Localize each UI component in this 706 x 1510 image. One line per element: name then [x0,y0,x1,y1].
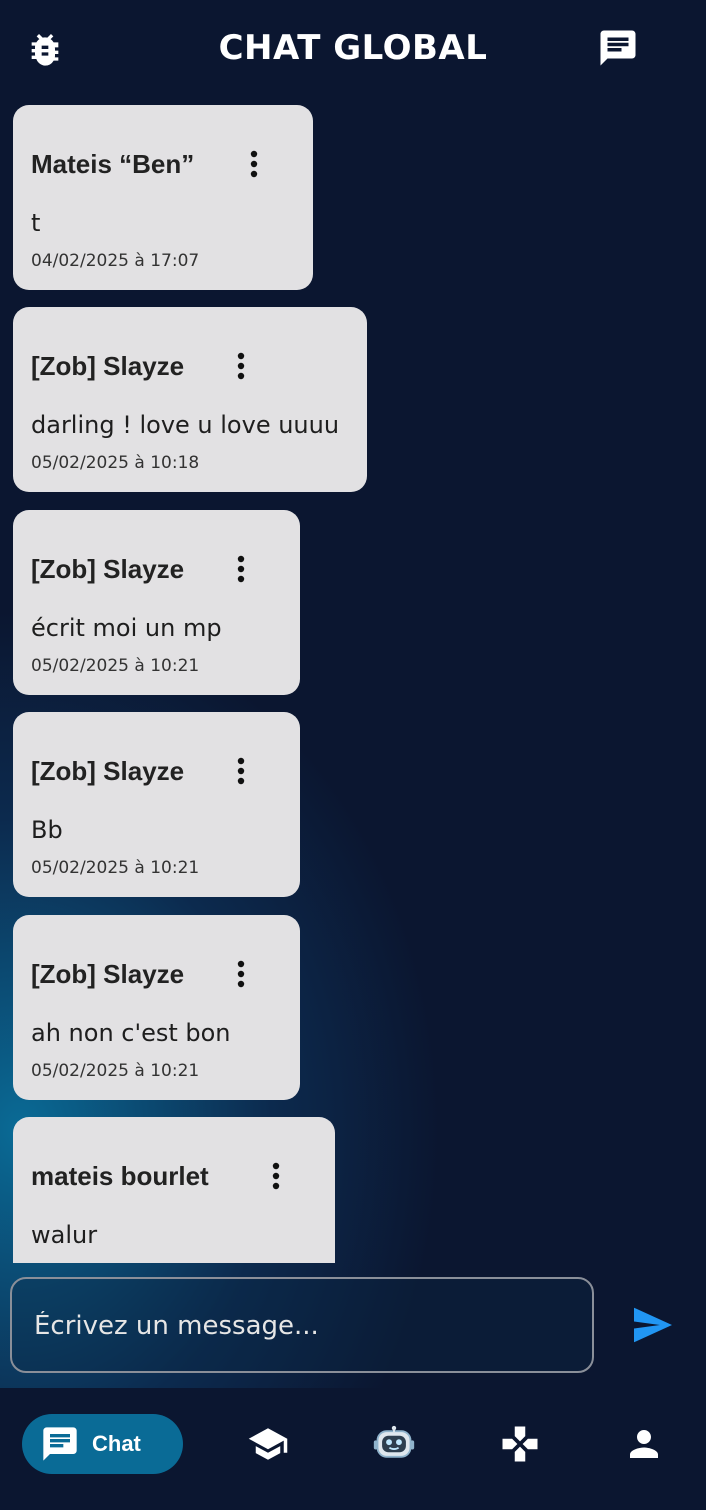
message-author: [Zob] Slayze [31,554,185,584]
more-options-icon[interactable] [271,1161,281,1191]
message-text: t [31,209,41,237]
message-icon[interactable] [596,26,640,70]
message-author: [Zob] Slayze [31,351,185,381]
message-composer [10,1277,594,1373]
message-card: [Zob] Slayze Bb 05/02/2025 à 10:21 [13,712,300,897]
person-icon[interactable] [622,1422,666,1466]
message-author: [Zob] Slayze [31,959,185,989]
message-date: 05/02/2025 à 10:21 [31,1061,200,1081]
gamepad-icon[interactable] [498,1422,542,1466]
more-options-icon[interactable] [249,149,259,179]
message-author: Mateis “Ben” [31,149,195,179]
more-options-icon[interactable] [236,351,246,381]
message-list[interactable]: Mateis “Ben” t 04/02/2025 à 17:07 [Zob] … [0,96,706,1263]
message-text: écrit moi un mp [31,614,222,642]
nav-item-chat[interactable]: Chat [22,1414,183,1474]
more-options-icon[interactable] [236,554,246,584]
message-card: mateis bourlet walur [13,1117,335,1263]
message-card: [Zob] Slayze darling ! love u love uuuu … [13,307,367,492]
message-author: [Zob] Slayze [31,756,185,786]
top-app-bar: CHAT GLOBAL [0,0,706,96]
message-date: 04/02/2025 à 17:07 [31,251,200,271]
bottom-navigation: Chat [0,1388,706,1510]
robot-icon[interactable] [372,1422,416,1466]
message-card: [Zob] Slayze écrit moi un mp 05/02/2025 … [13,510,300,695]
message-author: mateis bourlet [31,1161,209,1191]
nav-chat-label: Chat [92,1431,141,1456]
message-card: [Zob] Slayze ah non c'est bon 05/02/2025… [13,915,300,1100]
message-card: Mateis “Ben” t 04/02/2025 à 17:07 [13,105,313,290]
message-text: darling ! love u love uuuu [31,411,340,439]
chat-icon [40,1424,80,1464]
message-text: ah non c'est bon [31,1019,231,1047]
send-icon[interactable] [630,1304,676,1346]
message-date: 05/02/2025 à 10:18 [31,453,200,473]
more-options-icon[interactable] [236,959,246,989]
message-date: 05/02/2025 à 10:21 [31,656,200,676]
school-icon[interactable] [246,1422,290,1466]
message-input[interactable] [32,1279,576,1373]
message-text: Bb [31,816,63,844]
more-options-icon[interactable] [236,756,246,786]
message-text: walur [31,1221,98,1249]
message-date: 05/02/2025 à 10:21 [31,858,200,878]
